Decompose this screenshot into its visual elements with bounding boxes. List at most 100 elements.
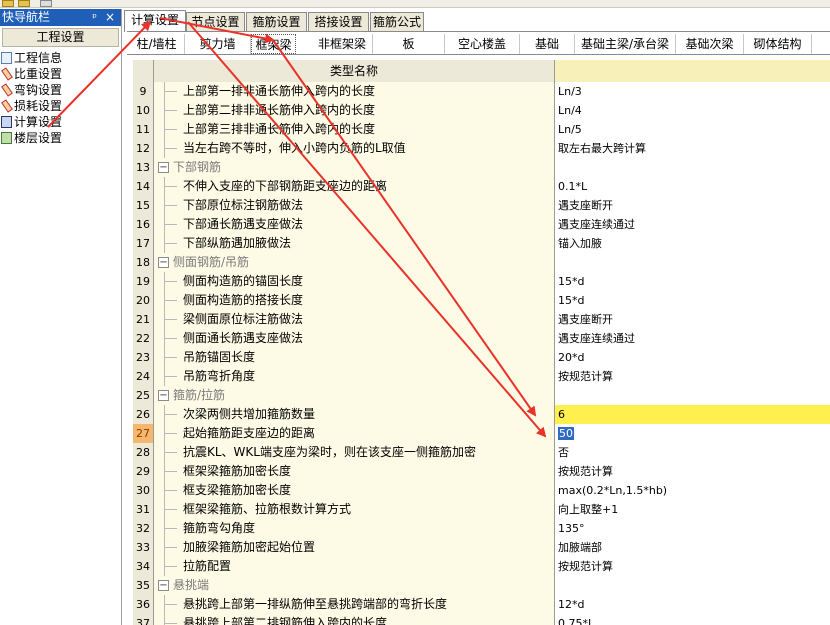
table-row[interactable]: 26 次梁两侧共增加箍筋数量 6 <box>133 405 830 424</box>
table-row[interactable]: 29 框架梁箍筋加密长度 按规范计算 <box>133 462 830 481</box>
row-number: 37 <box>133 614 154 625</box>
collapse-icon[interactable]: − <box>158 580 169 591</box>
value-cell[interactable]: 0.75*L <box>555 614 830 625</box>
tab[interactable]: 箍筋设置 <box>246 12 307 31</box>
component-tab[interactable]: 基础 <box>520 34 575 54</box>
group-row[interactable]: 18− 侧面钢筋/吊筋 <box>133 253 830 272</box>
collapse-icon[interactable]: − <box>158 390 169 401</box>
nav-item[interactable]: 比重设置 <box>0 66 121 82</box>
table-row[interactable]: 14 不伸入支座的下部钢筋距支座边的距离 0.1*L <box>133 177 830 196</box>
value-cell[interactable]: 12*d <box>555 595 830 614</box>
table-row[interactable]: 33 加腋梁箍筋加密起始位置 加腋端部 <box>133 538 830 557</box>
close-icon[interactable]: × <box>105 9 115 26</box>
value-cell[interactable]: 遇支座连续通过 <box>555 329 830 348</box>
value-cell[interactable]: 20*d <box>555 348 830 367</box>
component-tab[interactable]: 空心楼盖 <box>445 34 520 54</box>
component-tab[interactable]: 基础主梁/承台梁 <box>575 34 676 54</box>
component-tab[interactable]: 非框架梁 <box>312 34 373 54</box>
table-row[interactable]: 36 悬挑跨上部第一排纵筋伸至悬挑跨端部的弯折长度 12*d <box>133 595 830 614</box>
value-cell[interactable]: 15*d <box>555 272 830 291</box>
component-tab[interactable]: 板 <box>373 34 445 54</box>
value-cell[interactable]: 按规范计算 <box>555 367 830 386</box>
component-tab[interactable]: 剪力墙 <box>185 34 251 54</box>
tree-line <box>164 500 180 519</box>
tab[interactable]: 节点设置 <box>186 12 245 31</box>
row-number: 15 <box>133 196 154 215</box>
value-cell[interactable]: 向上取整+1 <box>555 500 830 519</box>
table-row[interactable]: 12 当左右跨不等时，伸入小跨内负筋的L取值 取左右最大跨计算 <box>133 139 830 158</box>
nav-item[interactable]: 弯钩设置 <box>0 82 121 98</box>
table-row[interactable]: 21 梁侧面原位标注筋做法 遇支座断开 <box>133 310 830 329</box>
open-icon[interactable] <box>2 0 14 7</box>
value-cell[interactable]: Ln/5 <box>555 120 830 139</box>
table-row[interactable]: 16 下部通长筋遇支座做法 遇支座连续通过 <box>133 215 830 234</box>
table-row[interactable]: 37 悬挑跨上部第二排钢筋伸入跨内的长度 0.75*L <box>133 614 830 625</box>
type-name-text: 框支梁箍筋加密长度 <box>183 483 292 497</box>
value-cell[interactable]: 遇支座断开 <box>555 196 830 215</box>
table-row[interactable]: 30 框支梁箍筋加密长度 max(0.2*Ln,1.5*hb) <box>133 481 830 500</box>
value-cell[interactable]: 锚入加腋 <box>555 234 830 253</box>
tab[interactable]: 箍筋公式 <box>370 12 424 31</box>
value-cell[interactable]: Ln/3 <box>555 82 830 101</box>
value-cell[interactable]: 否 <box>555 443 830 462</box>
table-row[interactable]: 32 箍筋弯勾角度 135° <box>133 519 830 538</box>
table-row[interactable]: 28 抗震KL、WKL端支座为梁时，则在该支座一侧箍筋加密 否 <box>133 443 830 462</box>
value-cell[interactable] <box>555 253 830 272</box>
value-cell[interactable]: max(0.2*Ln,1.5*hb) <box>555 481 830 500</box>
table-row[interactable]: 9 上部第一排非通长筋伸入跨内的长度 Ln/3 <box>133 82 830 101</box>
nav-item-label: 损耗设置 <box>14 99 63 113</box>
value-cell[interactable]: 6 <box>555 405 830 424</box>
value-cell[interactable] <box>555 158 830 177</box>
component-tab[interactable]: 框架梁 <box>251 34 296 54</box>
group-row[interactable]: 25− 箍筋/拉筋 <box>133 386 830 405</box>
table-row[interactable]: 19 侧面构造筋的锚固长度 15*d <box>133 272 830 291</box>
row-number: 27 <box>133 424 154 443</box>
value-cell[interactable]: 加腋端部 <box>555 538 830 557</box>
nav-item[interactable]: 计算设置 <box>0 114 121 130</box>
value-cell[interactable]: 135° <box>555 519 830 538</box>
save-icon[interactable] <box>18 0 30 7</box>
value-cell[interactable]: 遇支座连续通过 <box>555 215 830 234</box>
value-cell[interactable]: 遇支座断开 <box>555 310 830 329</box>
table-row[interactable]: 20 侧面构造筋的搭接长度 15*d <box>133 291 830 310</box>
table-row[interactable]: 17 下部纵筋遇加腋做法 锚入加腋 <box>133 234 830 253</box>
value-cell[interactable]: 0.1*L <box>555 177 830 196</box>
table-row[interactable]: 23 吊筋锚固长度 20*d <box>133 348 830 367</box>
value-cell[interactable]: Ln/4 <box>555 101 830 120</box>
value-cell[interactable]: 取左右最大跨计算 <box>555 139 830 158</box>
type-name-cell: 框支梁箍筋加密长度 <box>154 481 555 500</box>
pin-icon[interactable]: ᵖ <box>92 9 97 26</box>
tab[interactable]: 搭接设置 <box>308 12 369 31</box>
type-name-cell: 上部第一排非通长筋伸入跨内的长度 <box>154 82 555 101</box>
value-cell[interactable]: 15*d <box>555 291 830 310</box>
type-name-cell: 起始箍筋距支座边的距离 <box>154 424 555 443</box>
tab[interactable]: 计算设置 <box>124 10 186 32</box>
component-tab[interactable]: 砌体结构 <box>744 34 812 54</box>
table-row[interactable]: 34 拉筋配置 按规范计算 <box>133 557 830 576</box>
type-name-cell: 吊筋锚固长度 <box>154 348 555 367</box>
nav-item[interactable]: 楼层设置 <box>0 130 121 146</box>
table-row[interactable]: 10 上部第二排非通长筋伸入跨内的长度 Ln/4 <box>133 101 830 120</box>
component-tab[interactable]: 柱/墙柱 <box>129 34 185 54</box>
value-cell[interactable]: 按规范计算 <box>555 462 830 481</box>
collapse-icon[interactable]: − <box>158 257 169 268</box>
group-row[interactable]: 13− 下部钢筋 <box>133 158 830 177</box>
value-cell[interactable]: 50 <box>555 424 830 443</box>
component-tab[interactable]: 基础次梁 <box>676 34 744 54</box>
value-cell[interactable] <box>555 576 830 595</box>
table-row[interactable]: 11 上部第三排非通长筋伸入跨内的长度 Ln/5 <box>133 120 830 139</box>
table-row[interactable]: 31 框架梁箍筋、拉筋根数计算方式 向上取整+1 <box>133 500 830 519</box>
table-row[interactable]: 22 侧面通长筋遇支座做法 遇支座连续通过 <box>133 329 830 348</box>
table-row[interactable]: 27 起始箍筋距支座边的距离 50 <box>133 424 830 443</box>
nav-item[interactable]: 工程信息 <box>0 50 121 66</box>
grid-header: 类型名称 <box>133 60 830 82</box>
group-row[interactable]: 35− 悬挑端 <box>133 576 830 595</box>
value-cell[interactable]: 按规范计算 <box>555 557 830 576</box>
toolbar-icon[interactable] <box>40 0 52 7</box>
nav-item[interactable]: 损耗设置 <box>0 98 121 114</box>
nav-section-header[interactable]: 工程设置 <box>2 28 119 47</box>
table-row[interactable]: 15 下部原位标注钢筋做法 遇支座断开 <box>133 196 830 215</box>
collapse-icon[interactable]: − <box>158 162 169 173</box>
table-row[interactable]: 24 吊筋弯折角度 按规范计算 <box>133 367 830 386</box>
value-cell[interactable] <box>555 386 830 405</box>
